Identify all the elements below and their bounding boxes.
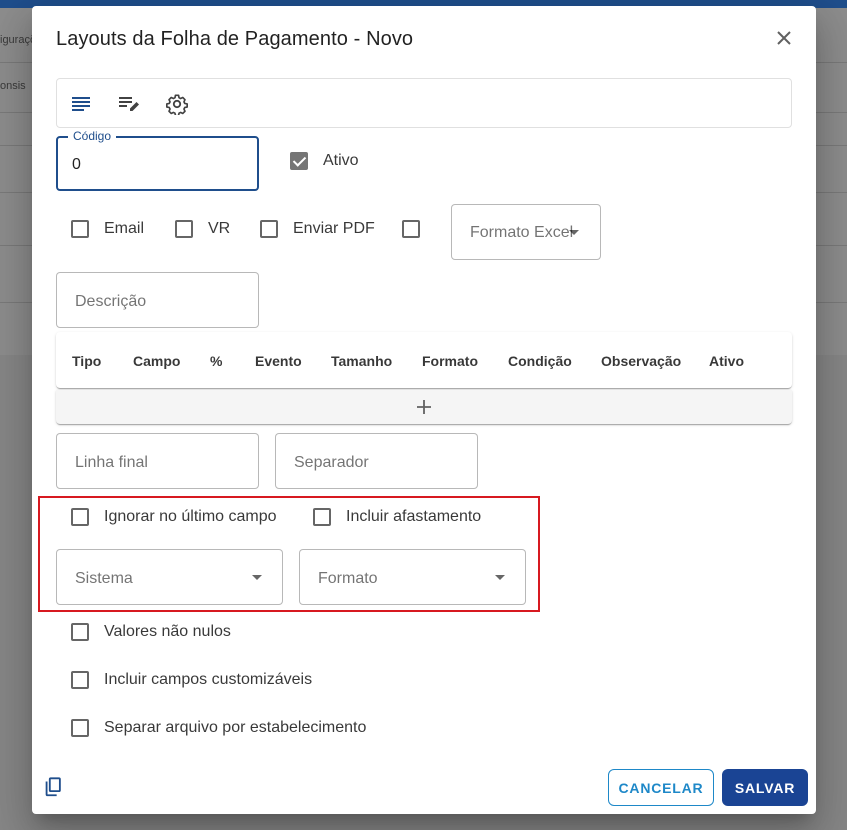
column-header-campo: Campo [133, 353, 181, 369]
email-checkbox[interactable] [71, 220, 89, 238]
formato-select[interactable]: Formato [299, 549, 526, 605]
sistema-select[interactable]: Sistema [56, 549, 283, 605]
copy-button[interactable] [42, 776, 66, 800]
chevron-down-icon [495, 575, 505, 580]
codigo-label: Código [68, 129, 117, 143]
plus-icon [417, 400, 431, 414]
list-icon [72, 97, 90, 111]
ativo-checkbox[interactable] [290, 152, 308, 170]
formato-excel-select[interactable]: Formato Excel [451, 204, 601, 260]
descricao-field[interactable]: Descrição [56, 272, 259, 328]
chevron-down-icon [569, 230, 579, 235]
ignorar-ultimo-campo-checkbox[interactable] [71, 508, 89, 526]
ativo-label: Ativo [323, 152, 359, 169]
layout-dialog: Layouts da Folha de Pagamento - Novo Cód… [32, 6, 816, 814]
incluir-campos-customizaveis-label: Incluir campos customizáveis [104, 671, 313, 688]
enviar-pdf-checkbox[interactable] [260, 220, 278, 238]
sistema-placeholder: Sistema [75, 570, 133, 587]
chevron-down-icon [252, 575, 262, 580]
cancel-button[interactable]: CANCELAR [608, 769, 714, 806]
separar-arquivo-row[interactable]: Separar arquivo por estabelecimento [71, 719, 366, 737]
email-checkbox-row[interactable]: Email [71, 220, 144, 238]
email-label: Email [104, 220, 145, 237]
incluir-afastamento-row[interactable]: Incluir afastamento [313, 508, 481, 526]
column-header-evento: Evento [255, 353, 302, 369]
close-icon [777, 31, 791, 45]
valores-nao-nulos-row[interactable]: Valores não nulos [71, 623, 231, 641]
valores-nao-nulos-label: Valores não nulos [104, 623, 231, 640]
formato-placeholder: Formato [318, 570, 378, 587]
column-header-condicao: Condição [508, 353, 572, 369]
column-header-percent: % [210, 353, 223, 369]
edit-list-icon [119, 97, 139, 111]
codigo-field[interactable]: Código 0 [56, 129, 259, 191]
dialog-title: Layouts da Folha de Pagamento - Novo [56, 28, 414, 50]
column-header-observacao: Observação [601, 353, 682, 369]
separar-arquivo-checkbox[interactable] [71, 719, 89, 737]
fields-table-header: Tipo Campo % Evento Tamanho Formato Cond… [56, 332, 792, 388]
edit-list-button[interactable] [117, 92, 141, 116]
vr-label: VR [208, 220, 231, 237]
valores-nao-nulos-checkbox[interactable] [71, 623, 89, 641]
column-header-formato: Formato [422, 353, 478, 369]
settings-button[interactable] [165, 92, 189, 116]
gear-icon [166, 94, 188, 115]
close-button[interactable] [770, 24, 798, 52]
vr-checkbox-row[interactable]: VR [175, 220, 230, 238]
incluir-campos-customizaveis-checkbox[interactable] [71, 671, 89, 689]
list-button[interactable] [69, 92, 93, 116]
background-menu-text-1: iguraçõ [0, 34, 37, 46]
incluir-afastamento-label: Incluir afastamento [346, 508, 482, 525]
copy-icon [45, 777, 61, 797]
separador-placeholder: Separador [294, 454, 369, 471]
separar-arquivo-label: Separar arquivo por estabelecimento [104, 719, 367, 736]
vr-checkbox[interactable] [175, 220, 193, 238]
column-header-tipo: Tipo [72, 353, 102, 369]
column-header-tamanho: Tamanho [331, 353, 393, 369]
ignorar-ultimo-campo-row[interactable]: Ignorar no último campo [71, 508, 277, 526]
incluir-campos-customizaveis-row[interactable]: Incluir campos customizáveis [71, 671, 312, 689]
add-row-button[interactable] [56, 390, 792, 424]
excel-checkbox-row[interactable] [402, 220, 420, 238]
ignorar-ultimo-campo-label: Ignorar no último campo [104, 508, 277, 525]
descricao-placeholder: Descrição [75, 293, 147, 310]
ativo-checkbox-row[interactable]: Ativo [290, 152, 359, 170]
editor-toolbar [56, 78, 792, 128]
separador-field[interactable]: Separador [275, 433, 478, 489]
codigo-value: 0 [72, 156, 81, 173]
save-button[interactable]: SALVAR [722, 769, 808, 806]
background-menu-text-2: onsis [0, 80, 26, 92]
enviar-pdf-checkbox-row[interactable]: Enviar PDF [260, 220, 375, 238]
formato-excel-placeholder: Formato Excel [470, 224, 574, 241]
excel-checkbox[interactable] [402, 220, 420, 238]
linha-final-placeholder: Linha final [75, 454, 148, 471]
linha-final-field[interactable]: Linha final [56, 433, 259, 489]
incluir-afastamento-checkbox[interactable] [313, 508, 331, 526]
enviar-pdf-label: Enviar PDF [293, 220, 375, 237]
column-header-ativo: Ativo [709, 353, 744, 369]
